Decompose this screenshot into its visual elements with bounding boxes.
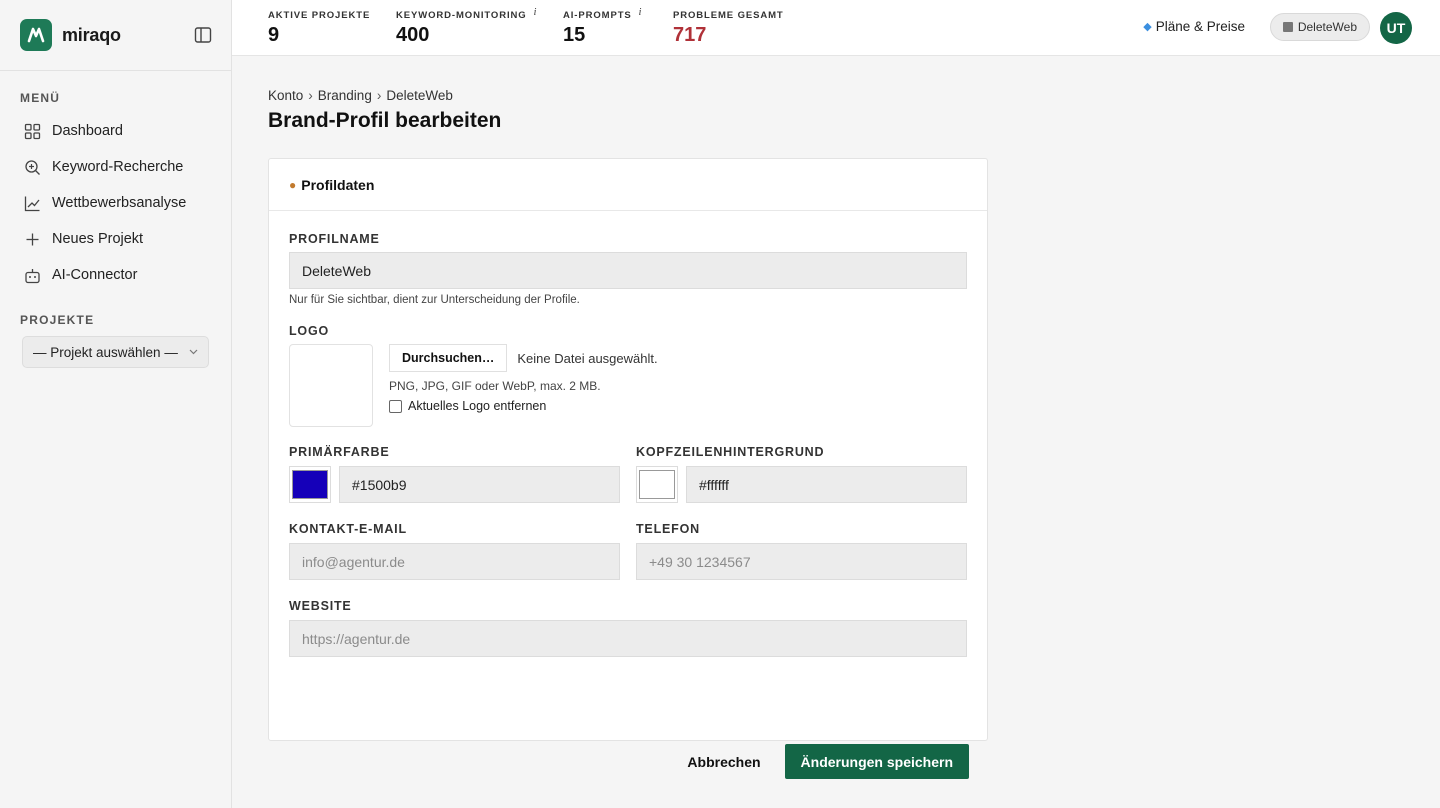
breadcrumb-item-current: DeleteWeb xyxy=(386,88,453,103)
stat-problems-total: PROBLEME GESAMT 717 xyxy=(673,10,784,47)
contact-row: KONTAKT-E-MAIL info@agentur.de TELEFON +… xyxy=(289,522,967,580)
sidebar-item-wettbewerbsanalyse[interactable]: Wettbewerbsanalyse xyxy=(0,185,231,221)
stat-label: AI-PROMPTS xyxy=(563,10,632,21)
header-bg-swatch xyxy=(639,470,675,499)
stat-label: KEYWORD-MONITORING xyxy=(396,10,527,21)
app-name: miraqo xyxy=(62,24,121,45)
sidebar-menu: Dashboard Keyword-Recherche Wettbewerbsa… xyxy=(0,113,231,293)
building-icon xyxy=(1282,22,1293,32)
profile-name-label: PROFILNAME xyxy=(289,232,380,246)
cancel-button[interactable]: Abbrechen xyxy=(687,754,760,770)
website-input[interactable]: https://agentur.de xyxy=(289,620,967,657)
sidebar-item-neues-projekt[interactable]: Neues Projekt xyxy=(0,221,231,257)
plans-pricing-link[interactable]: ◆ Pläne & Preise xyxy=(1143,19,1245,34)
projects-section-title: PROJEKTE xyxy=(20,313,95,327)
remove-logo-option: Aktuelles Logo entfernen xyxy=(389,399,658,413)
stat-keyword-monitoring: KEYWORD-MONITORING i 400 xyxy=(396,7,538,47)
palette-icon: ● xyxy=(289,177,297,192)
main-content: Konto › Branding › DeleteWeb Brand-Profi… xyxy=(268,56,988,779)
website-label: WEBSITE xyxy=(289,599,352,613)
sidebar-item-label: Keyword-Recherche xyxy=(52,159,184,175)
workspace-label: DeleteWeb xyxy=(1297,20,1357,34)
header-bg-label: KOPFZEILENHINTERGRUND xyxy=(636,445,825,459)
profile-name-hint: Nur für Sie sichtbar, dient zur Untersch… xyxy=(289,294,580,306)
avatar[interactable]: UT xyxy=(1380,12,1412,44)
logo-row: Durchsuchen… Keine Datei ausgewählt. PNG… xyxy=(289,344,967,427)
primary-color-swatch xyxy=(292,470,328,499)
menu-section-title: MENÜ xyxy=(20,91,61,105)
card-body: PROFILNAME DeleteWeb Nur für Sie sichtba… xyxy=(269,211,987,779)
stat-value: 9 xyxy=(268,24,280,46)
diamond-icon: ◆ xyxy=(1143,21,1152,33)
sidebar-item-label: AI-Connector xyxy=(52,267,138,283)
phone-input[interactable]: +49 30 1234567 xyxy=(636,543,967,580)
save-button[interactable]: Änderungen speichern xyxy=(784,744,969,779)
app-logo[interactable] xyxy=(20,19,52,51)
breadcrumb-separator: › xyxy=(308,88,313,103)
stat-value: 717 xyxy=(673,24,707,46)
primary-color-input[interactable]: #1500b9 xyxy=(339,466,620,503)
header-bg-picker[interactable] xyxy=(636,466,678,503)
robot-icon xyxy=(25,268,40,283)
logo-preview xyxy=(289,344,373,427)
project-select-value: — Projekt auswählen — xyxy=(33,344,178,360)
header-bg-input[interactable]: #ffffff xyxy=(686,466,967,503)
top-bar: AKTIVE PROJEKTE 9 KEYWORD-MONITORING i 40… xyxy=(232,0,1440,56)
info-icon[interactable]: i xyxy=(534,7,538,18)
breadcrumb: Konto › Branding › DeleteWeb xyxy=(268,88,988,103)
stat-ai-prompts: AI-PROMPTS i 15 xyxy=(563,7,643,47)
email-input[interactable]: info@agentur.de xyxy=(289,543,620,580)
file-input: Durchsuchen… Keine Datei ausgewählt. xyxy=(389,344,658,372)
stat-value: 15 xyxy=(563,24,586,46)
stat-active-projects: AKTIVE PROJEKTE 9 xyxy=(268,10,370,47)
form-actions: Abbrechen Änderungen speichern xyxy=(687,744,969,779)
email-label: KONTAKT-E-MAIL xyxy=(289,522,407,536)
card-title: Profildaten xyxy=(301,176,375,193)
chart-line-icon xyxy=(24,196,40,211)
plus-icon xyxy=(26,233,39,245)
sidebar: miraqo MENÜ Dashboard Keyword-Recherche … xyxy=(0,0,232,808)
email-field: KONTAKT-E-MAIL info@agentur.de xyxy=(289,522,620,580)
phone-field: TELEFON +49 30 1234567 xyxy=(636,522,967,580)
logo-label: LOGO xyxy=(289,324,330,338)
profile-name-input[interactable]: DeleteWeb xyxy=(289,252,967,289)
breadcrumb-separator: › xyxy=(376,88,382,103)
primary-color-field: PRIMÄRFARBE #1500b9 xyxy=(289,445,620,503)
stat-value: 400 xyxy=(396,24,430,46)
phone-label: TELEFON xyxy=(636,522,700,536)
search-icon xyxy=(25,159,40,175)
browse-button[interactable]: Durchsuchen… xyxy=(389,344,508,372)
primary-color-label: PRIMÄRFARBE xyxy=(289,445,390,459)
sidebar-item-keyword-recherche[interactable]: Keyword-Recherche xyxy=(0,149,231,185)
stat-label: PROBLEME GESAMT xyxy=(673,10,784,21)
plans-label: Pläne & Preise xyxy=(1155,19,1245,34)
header-bg-field: KOPFZEILENHINTERGRUND #ffffff xyxy=(636,445,967,503)
brand-header: miraqo xyxy=(0,0,231,71)
breadcrumb-item-branding[interactable]: Branding xyxy=(318,88,372,103)
logo-format-hint: PNG, JPG, GIF oder WebP, max. 2 MB. xyxy=(389,379,601,393)
info-icon[interactable]: i xyxy=(639,7,643,18)
card-header: ● Profildaten xyxy=(269,159,987,211)
stat-label: AKTIVE PROJEKTE xyxy=(268,10,371,21)
profile-card: ● Profildaten PROFILNAME DeleteWeb Nur f… xyxy=(268,158,988,779)
sidebar-toggle-icon[interactable] xyxy=(194,26,212,44)
breadcrumb-item-konto[interactable]: Konto xyxy=(268,88,303,103)
chevron-down-icon xyxy=(189,349,198,355)
logo-controls: Durchsuchen… Keine Datei ausgewählt. PNG… xyxy=(389,344,658,427)
workspace-switcher[interactable]: DeleteWeb xyxy=(1269,13,1370,41)
remove-logo-label[interactable]: Aktuelles Logo entfernen xyxy=(408,399,546,413)
file-status: Keine Datei ausgewählt. xyxy=(517,350,658,366)
sidebar-item-dashboard[interactable]: Dashboard xyxy=(0,113,231,149)
project-select[interactable]: — Projekt auswählen — xyxy=(22,336,209,368)
page-title: Brand-Profil bearbeiten xyxy=(268,109,502,132)
sidebar-item-label: Wettbewerbsanalyse xyxy=(52,195,187,211)
sidebar-item-label: Neues Projekt xyxy=(52,231,144,247)
primary-color-picker[interactable] xyxy=(289,466,331,503)
remove-logo-checkbox[interactable] xyxy=(389,399,402,413)
grid-icon xyxy=(24,123,41,139)
sidebar-item-label: Dashboard xyxy=(52,123,123,139)
sidebar-item-ai-connector[interactable]: AI-Connector xyxy=(0,257,231,293)
color-row: PRIMÄRFARBE #1500b9 KOPFZEILENHINTERGRUN… xyxy=(289,445,967,503)
